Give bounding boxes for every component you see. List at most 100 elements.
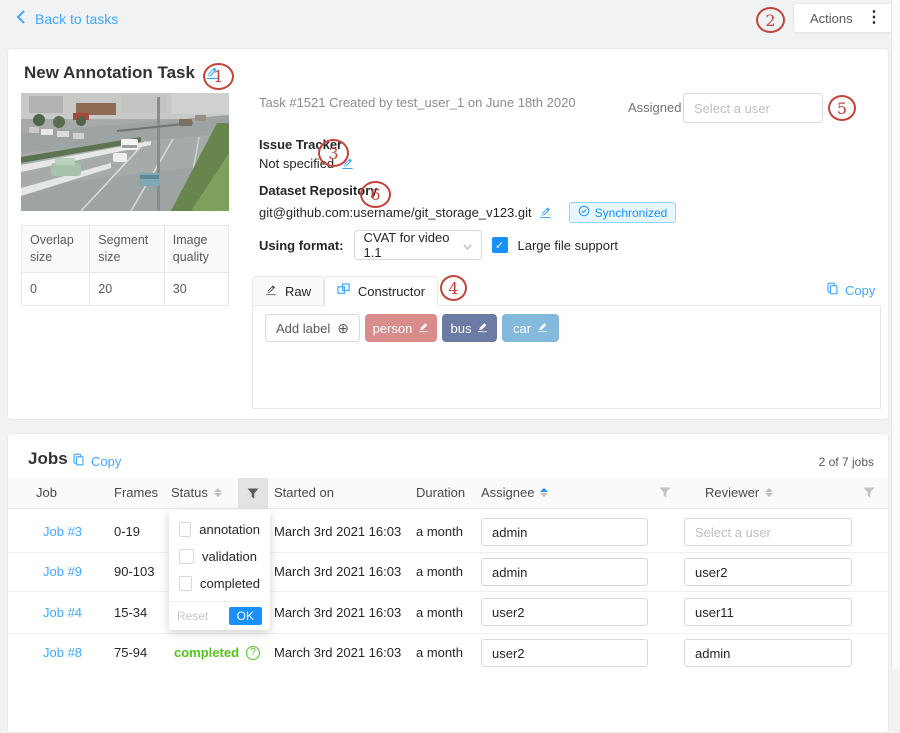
status-filter-icon[interactable]: [238, 478, 268, 509]
actions-button[interactable]: Actions ⋮: [793, 3, 893, 33]
annotation-circle-6: 6: [360, 181, 391, 208]
tab-constructor[interactable]: Constructor: [324, 276, 438, 306]
annotation-circle-2: 2: [756, 7, 785, 33]
task-title-text: New Annotation Task: [24, 63, 195, 83]
sync-status-badge: Synchronized: [569, 202, 677, 223]
pencil-icon: [265, 284, 277, 299]
job-started: March 3rd 2021 16:03: [274, 564, 401, 579]
large-file-label: Large file support: [518, 238, 618, 253]
col-assignee[interactable]: Assignee: [481, 485, 548, 500]
copy-icon: [826, 282, 839, 298]
job-started: March 3rd 2021 16:03: [274, 605, 401, 620]
label-chip-text: car: [513, 321, 531, 336]
chevron-down-icon: [463, 238, 472, 253]
filter-option-annotation[interactable]: annotation: [169, 516, 270, 543]
job-duration: a month: [416, 524, 463, 539]
copy-icon: [72, 453, 85, 469]
using-format-label: Using format:: [259, 238, 344, 253]
assignee-input[interactable]: [481, 639, 648, 667]
job-frames: 15-34: [114, 605, 147, 620]
large-file-checkbox[interactable]: ✓: [492, 237, 508, 253]
job-row: Job #8 75-94 completed ? March 3rd 2021 …: [8, 633, 888, 673]
back-to-tasks-link[interactable]: Back to tasks: [16, 10, 118, 27]
col-duration[interactable]: Duration: [416, 485, 465, 500]
param-header-segment: Segment size: [90, 226, 165, 273]
edit-label-icon[interactable]: [418, 321, 429, 336]
tab-raw[interactable]: Raw: [252, 276, 324, 306]
filter-option-validation[interactable]: validation: [169, 543, 270, 570]
edit-label-icon[interactable]: [537, 321, 548, 336]
col-status[interactable]: Status: [171, 485, 222, 500]
scrollbar[interactable]: [891, 0, 900, 669]
format-select[interactable]: CVAT for video 1.1: [354, 230, 482, 260]
col-started-on[interactable]: Started on: [274, 485, 334, 500]
question-circle-icon[interactable]: ?: [246, 646, 260, 660]
assignee-input[interactable]: [481, 598, 648, 626]
assigned-to-input[interactable]: [683, 93, 823, 123]
copy-labels-button[interactable]: Copy: [826, 282, 875, 298]
block-icon: [337, 283, 350, 299]
label-chip-person[interactable]: person: [365, 314, 437, 342]
assignee-sorter[interactable]: [540, 488, 548, 497]
reviewer-sorter[interactable]: [765, 488, 773, 497]
job-row: Job #3 0-19 March 3rd 2021 16:03 a month: [8, 512, 888, 552]
dataset-repo-url: git@github.com:username/git_storage_v123…: [259, 205, 532, 220]
job-link[interactable]: Job #9: [43, 564, 82, 579]
reviewer-input[interactable]: [684, 558, 852, 586]
kebab-menu-icon: ⋮: [866, 10, 882, 26]
annotation-circle-3: 3: [318, 139, 349, 167]
job-link[interactable]: Job #3: [43, 524, 82, 539]
reviewer-input[interactable]: [684, 518, 852, 546]
jobs-count: 2 of 7 jobs: [819, 455, 874, 469]
reviewer-input[interactable]: [684, 639, 852, 667]
checkbox-unchecked[interactable]: [179, 522, 191, 537]
back-to-tasks-label: Back to tasks: [35, 11, 118, 27]
add-label-button[interactable]: Add label ⊕: [265, 314, 360, 342]
assignee-filter-icon[interactable]: [659, 487, 671, 502]
actions-label: Actions: [810, 11, 853, 26]
checkbox-unchecked[interactable]: [179, 576, 192, 591]
col-reviewer[interactable]: Reviewer: [705, 485, 773, 500]
label-chip-text: person: [373, 321, 413, 336]
label-chip-bus[interactable]: bus: [442, 314, 497, 342]
task-params-table: Overlap size Segment size Image quality …: [21, 225, 229, 306]
status-filter-dropdown: annotation validation completed Reset OK: [169, 510, 270, 630]
tab-constructor-label: Constructor: [358, 284, 425, 299]
status-sorter[interactable]: [214, 488, 222, 497]
plus-circle-icon: ⊕: [337, 320, 349, 337]
job-duration: a month: [416, 564, 463, 579]
reviewer-input[interactable]: [684, 598, 852, 626]
filter-reset-button[interactable]: Reset: [177, 609, 208, 623]
col-frames[interactable]: Frames: [114, 485, 158, 500]
job-duration: a month: [416, 605, 463, 620]
checkbox-unchecked[interactable]: [179, 549, 194, 564]
assignee-input[interactable]: [481, 518, 648, 546]
filter-option-completed[interactable]: completed: [169, 570, 270, 597]
jobs-title: Jobs: [28, 449, 68, 469]
col-job[interactable]: Job: [36, 485, 57, 500]
job-row: Job #9 90-103 March 3rd 2021 16:03 a mon…: [8, 552, 888, 591]
format-select-value: CVAT for video 1.1: [364, 230, 463, 260]
param-value-segment: 20: [90, 272, 165, 305]
job-link[interactable]: Job #8: [43, 645, 82, 660]
dataset-repo-value: git@github.com:username/git_storage_v123…: [259, 202, 676, 223]
edit-label-icon[interactable]: [477, 321, 488, 336]
assignee-input[interactable]: [481, 558, 648, 586]
job-link[interactable]: Job #4: [43, 605, 82, 620]
status-completed-text: completed: [174, 645, 239, 660]
filter-ok-button[interactable]: OK: [229, 607, 262, 625]
label-chip-car[interactable]: car: [502, 314, 559, 342]
reviewer-filter-icon[interactable]: [863, 487, 875, 502]
copy-jobs-label: Copy: [91, 454, 121, 469]
edit-repo-icon[interactable]: [539, 206, 552, 219]
tab-raw-label: Raw: [285, 284, 311, 299]
job-row: Job #4 15-34 March 3rd 2021 16:03 a mont…: [8, 591, 888, 633]
check-circle-icon: [578, 205, 590, 220]
param-value-quality: 30: [164, 272, 228, 305]
param-value-overlap: 0: [22, 272, 90, 305]
export-format-row: Using format: CVAT for video 1.1 ✓ Large…: [259, 230, 618, 260]
annotation-circle-5: 5: [828, 95, 856, 121]
add-label-text: Add label: [276, 321, 330, 336]
job-frames: 90-103: [114, 564, 154, 579]
copy-jobs-button[interactable]: Copy: [72, 453, 121, 469]
